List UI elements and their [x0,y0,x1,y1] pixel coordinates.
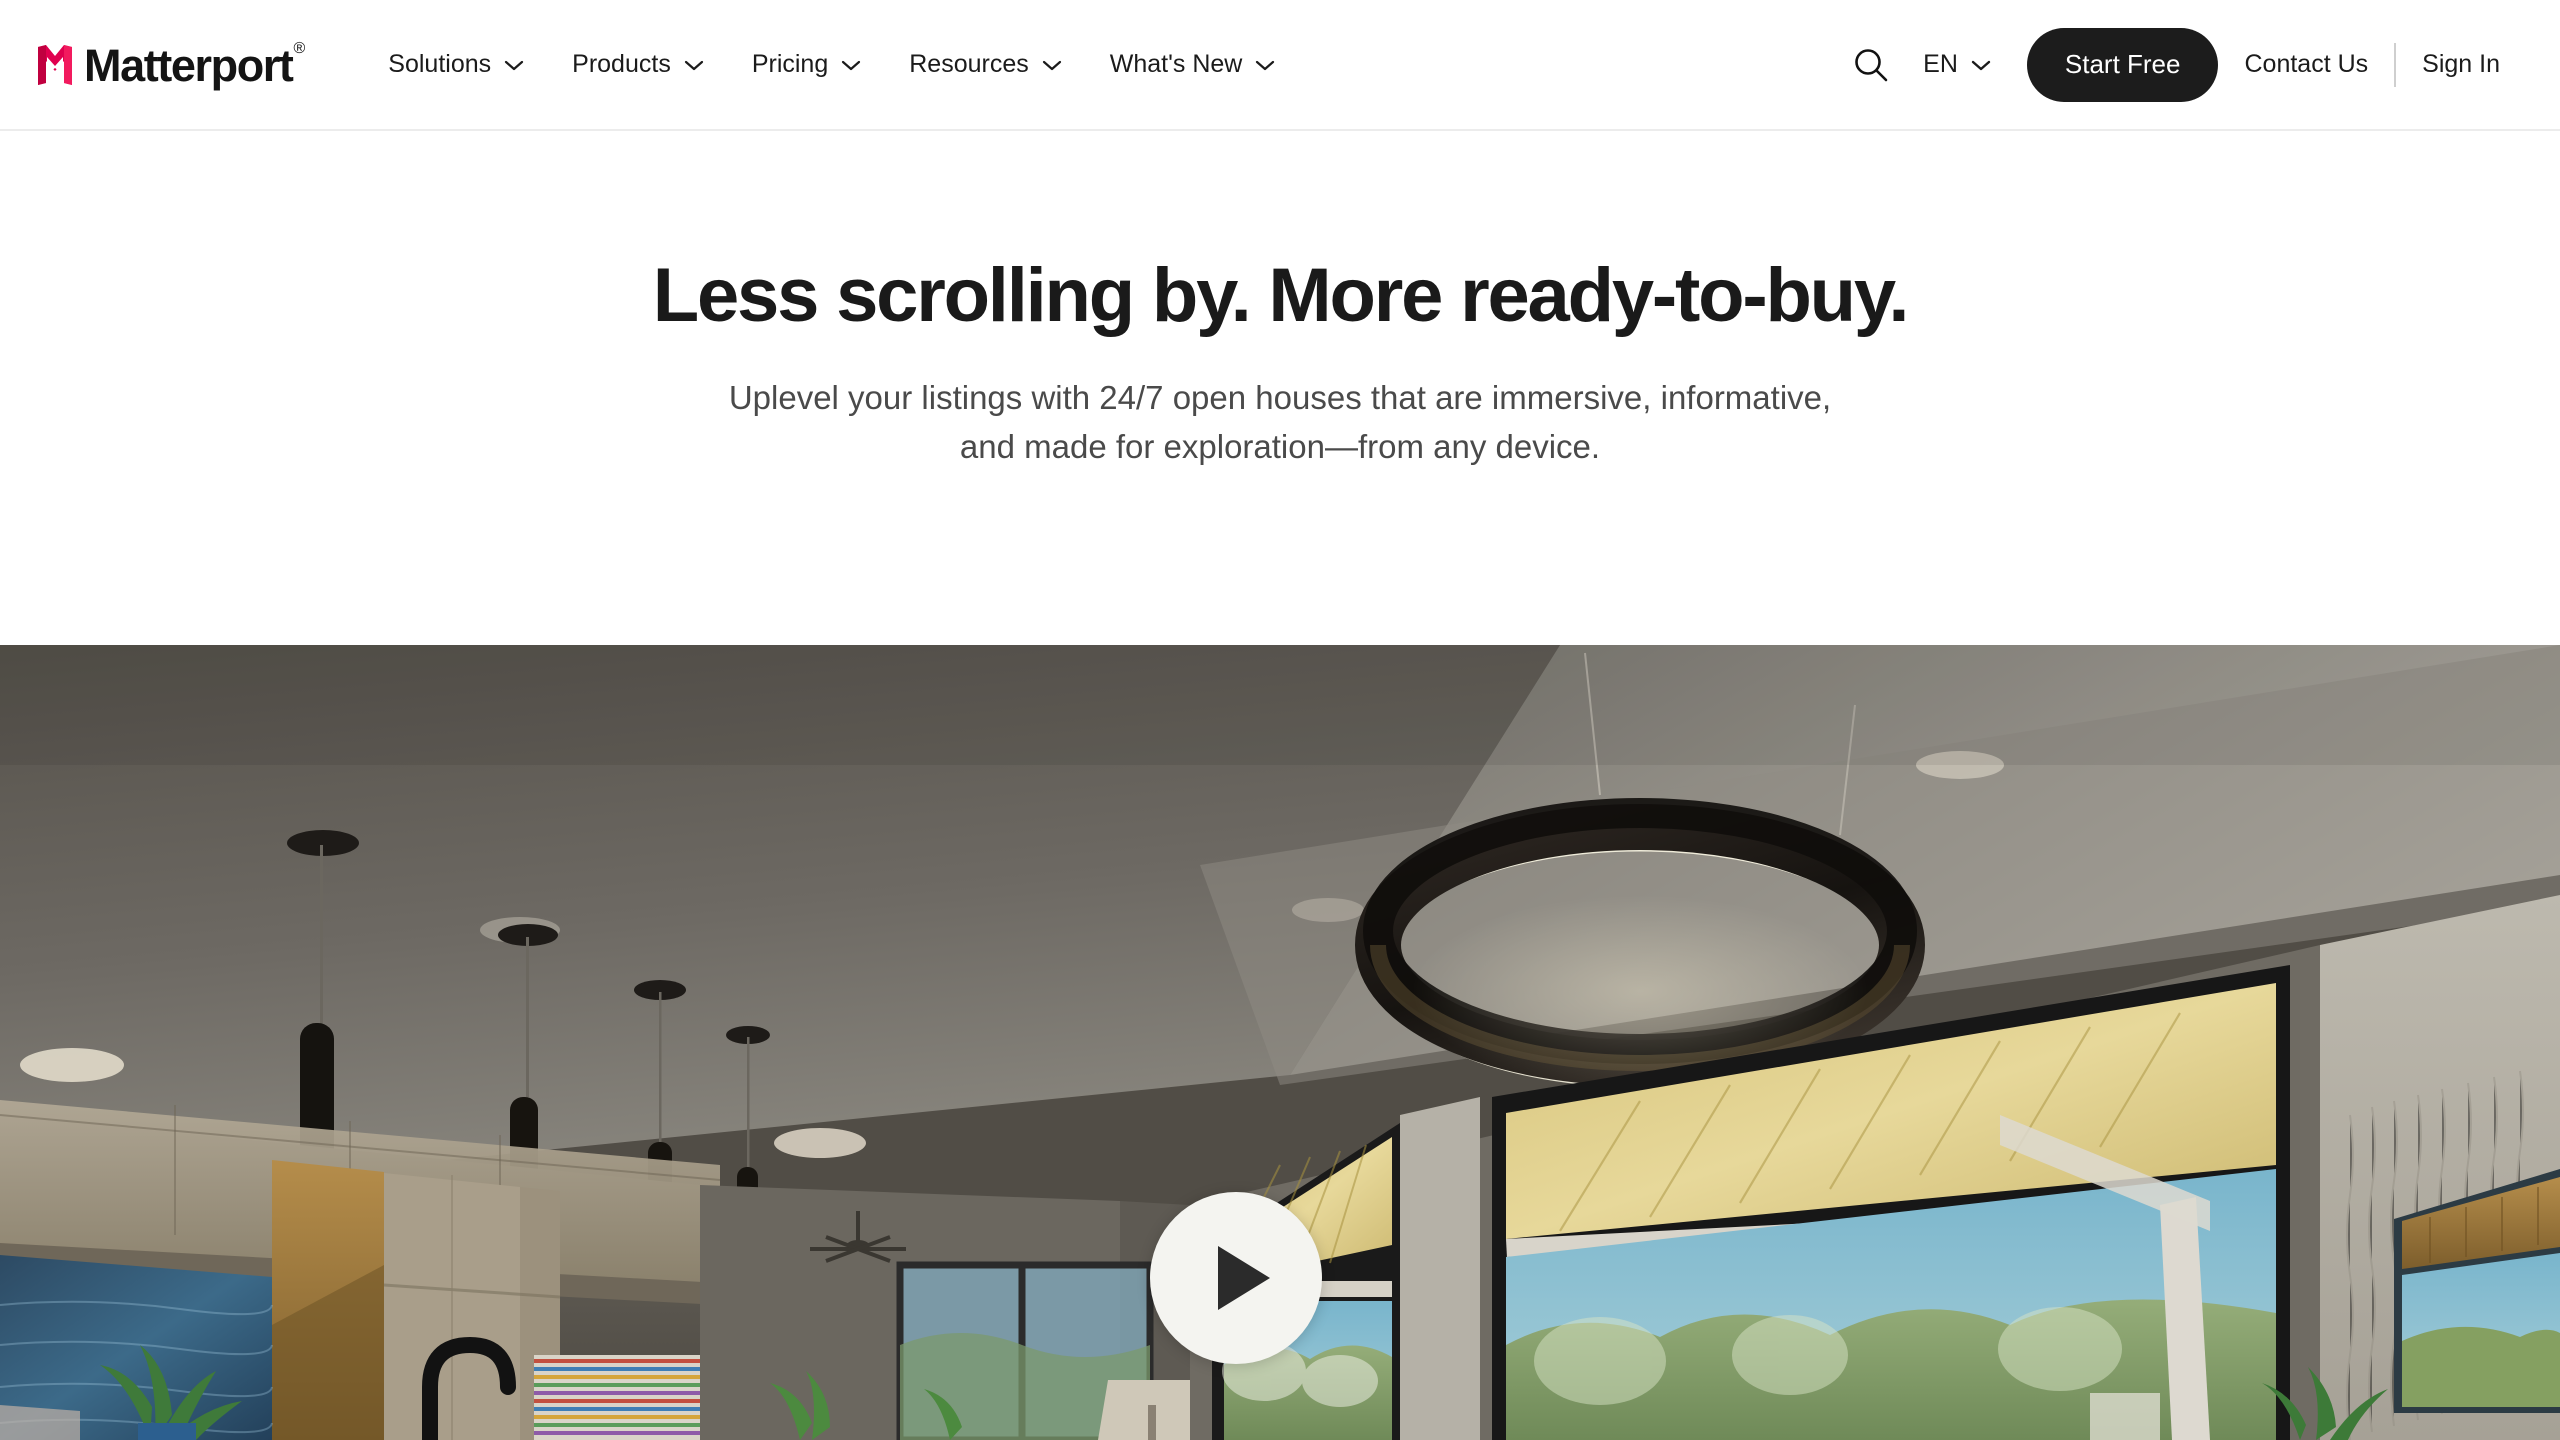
nav-item-pricing[interactable]: Pricing [728,0,885,129]
play-video-button[interactable] [1150,1192,1322,1364]
hero-subtitle: Uplevel your listings with 24/7 open hou… [729,374,1831,472]
primary-navigation: Solutions Products Pricing Resources Wha… [364,0,1299,129]
hero-subtitle-line-1: Uplevel your listings with 24/7 open hou… [728,378,1832,416]
chevron-down-icon [1256,60,1275,70]
nav-item-label: Products [572,50,671,78]
nav-item-label: Pricing [751,50,829,78]
hero-text-section: Less scrolling by. More ready-to-buy. Up… [0,131,2560,645]
chevron-down-icon [505,60,524,70]
nav-item-label: Resources [909,50,1029,78]
language-label: EN [1923,50,1958,78]
chevron-down-icon [1971,60,1991,70]
nav-item-products[interactable]: Products [548,0,728,129]
chevron-down-icon [684,60,703,70]
search-icon [1855,48,1888,81]
search-button[interactable] [1845,39,1897,91]
nav-item-resources[interactable]: Resources [885,0,1086,129]
contact-us-link[interactable]: Contact Us [2218,50,2394,79]
hero-subtitle-line-2: and made for exploration—from any device… [959,427,1601,465]
nav-item-label: Solutions [388,50,492,78]
play-icon [1218,1246,1270,1310]
nav-item-whats-new[interactable]: What's New [1086,0,1300,129]
registered-trademark: ® [293,40,306,57]
site-header: Matterport® Solutions Products Pricing R… [0,0,2560,131]
start-free-button[interactable]: Start Free [2026,27,2219,102]
nav-item-solutions[interactable]: Solutions [364,0,548,129]
language-selector[interactable]: EN [1923,50,1991,79]
brand-name: Matterport® [84,40,306,91]
chevron-down-icon [842,60,861,70]
matterport-m-logo-icon [38,44,72,85]
header-actions: EN Start Free Contact Us Sign In [1845,0,2560,129]
nav-item-label: What's New [1109,50,1243,78]
sign-in-link[interactable]: Sign In [2396,50,2526,79]
page-title: Less scrolling by. More ready-to-buy. [652,253,1910,338]
chevron-down-icon [1042,60,1061,70]
brand-logo[interactable]: Matterport® [36,0,306,129]
